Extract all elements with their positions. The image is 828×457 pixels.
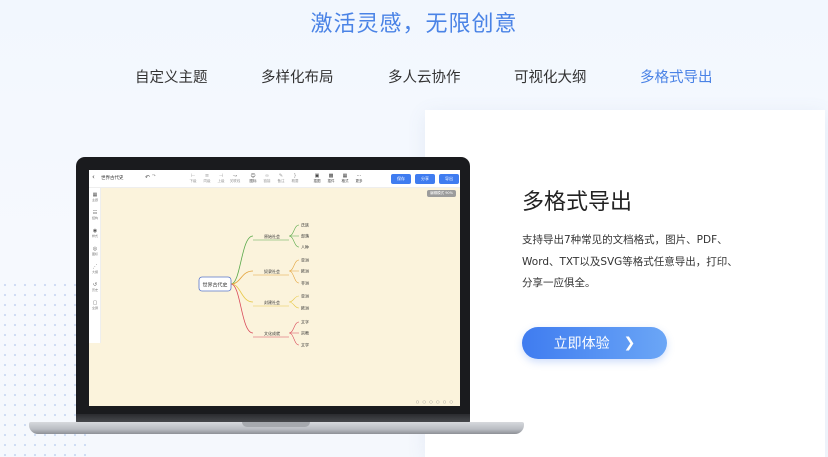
mindmap-leaf-label: 欧洲 [301,305,309,311]
connector-children-3 [288,295,300,309]
toolbar-tool-label: 下级 [189,179,197,183]
feature-description-line: Word、TXT以及SVG等格式任意导出，打印、 [522,255,738,268]
toolbar-tool-label: 链接 [263,179,271,183]
tab-layout[interactable]: 多样化布局 [261,66,334,87]
feature-description: 支持导出7种常见的文档格式，图片、PDF、 Word、TXT以及SVG等格式任意… [522,230,762,295]
app-sidebar: ▦ 主题 ☷ 结构 ◉ 样式 ◎ 图标 ⋰ 大纲 ↺ 历史 ▢ 全屏 [89,188,101,343]
mindmap-leaf-label: 氏族 [301,222,309,228]
sidebar-item-label: 主题 [91,198,98,202]
app-share-button[interactable]: 分享 [415,174,435,184]
app-export-button[interactable]: 导出 [439,174,459,184]
canvas-controls[interactable]: ○ ○ ○ ○ ○ ○ [416,399,454,404]
mindmap-leaf-label: 部落 [301,233,309,239]
tab-collaboration[interactable]: 多人云协作 [388,66,461,87]
mindmap-root-label: 世界古代史 [202,282,227,289]
mindmap-branch-label: 文化成就 [264,330,280,336]
sidebar-item-structure[interactable]: ☷ 结构 [89,210,101,220]
mode-badge: 编辑模式 90% [427,190,456,197]
sidebar-item-label: 样式 [91,234,98,238]
mindmap-leaf-label: 欧洲 [301,268,309,274]
back-arrow-icon[interactable]: ‹ [92,173,95,181]
toolbar-tool-label: 概要 [291,179,299,183]
sidebar-item-label: 历史 [91,288,98,292]
feature-description-line: 支持导出7种常见的文档格式，图片、PDF、 [522,234,728,246]
toolbar-tool-label: 备注 [277,179,285,183]
mindmap-canvas: 世界古代史 原始社会 奴隶社会 封建社会 文化成就 氏族 部落 人种 亚洲 欧洲… [198,222,309,348]
toolbar-tool-label: 图标 [249,179,257,183]
toolbar-format[interactable]: ▦ 格式 [339,173,351,185]
mindmap-branch-label: 奴隶社会 [264,268,280,274]
mindmap-branch-label: 封建社会 [264,299,280,305]
toolbar-tool-label: 更多 [355,179,363,183]
toolbar-image[interactable]: ▣ 插图 [311,173,323,185]
toolbar-sibling-node[interactable]: ≡ 同级 [201,173,213,185]
tab-outline[interactable]: 可视化大纲 [514,66,587,87]
toolbar-tool-label: 同级 [203,179,211,183]
toolbar-link-line[interactable]: ↝ 关联线 [229,173,241,185]
feature-description-line: 分享一应俱全。 [522,277,596,289]
toolbar-hyperlink[interactable]: ∞ 链接 [261,173,273,185]
mindmap-leaf-label: 宗教 [301,330,309,336]
laptop-notch [242,422,310,427]
sidebar-item-theme[interactable]: ▦ 主题 [89,192,101,202]
toolbar-tool-label: 插图 [313,179,321,183]
sidebar-item-history[interactable]: ↺ 历史 [89,282,101,292]
mindmap-leaf-label: 文字 [301,319,309,325]
sidebar-item-style[interactable]: ◉ 样式 [89,228,101,238]
toolbar-note[interactable]: ✎ 备注 [275,173,287,185]
toolbar-tool-label: 格式 [341,179,349,183]
app-toolbar: ‹ 世界古代史 ↶ ↷ ⊢ 下级 ≡ 同级 ⊣ 上级 ↝ 关联线 ☺ 图标 ∞ 链接 ✎ 备注… [89,170,460,188]
toolbar-tool-label: 关联线 [229,179,241,183]
tab-export[interactable]: 多格式导出 [640,66,713,87]
toolbar-summary[interactable]: } 概要 [289,173,301,185]
sidebar-item-fullscreen[interactable]: ▢ 全屏 [89,300,101,310]
mindmap-branch-label: 原始社会 [264,233,280,239]
feature-title: 多格式导出 [522,190,633,215]
laptop-screen: 世界古代史 原始社会 奴隶社会 封建社会 文化成就 氏族 部落 人种 亚洲 欧洲… [89,170,460,406]
tab-custom-theme[interactable]: 自定义主题 [135,66,208,87]
sidebar-item-label: 结构 [91,216,98,220]
connector-children-4 [288,321,300,346]
sidebar-item-label: 图标 [91,252,98,256]
mindmap-leaf-label: 亚洲 [301,258,309,263]
chevron-right-icon: ❯ [623,335,636,351]
redo-icon[interactable]: ↷ [152,174,156,179]
mindmap-leaf-label: 非洲 [301,280,309,286]
mindmap-leaf-label: 亚洲 [301,294,309,299]
toolbar-child-node[interactable]: ⊢ 下级 [187,173,199,185]
document-title[interactable]: 世界古代史 [101,175,124,181]
sidebar-item-label: 大纲 [91,270,98,274]
toolbar-parent-node[interactable]: ⊣ 上级 [215,173,227,185]
try-now-label: 立即体验 [553,336,610,352]
undo-icon[interactable]: ↶ [145,174,150,181]
toolbar-plugin[interactable]: ▩ 插件 [325,173,337,185]
mindmap-leaf-label: 文学 [301,342,309,348]
sidebar-item-outline[interactable]: ⋰ 大纲 [89,264,101,274]
sidebar-item-label: 全屏 [91,306,98,310]
toolbar-more[interactable]: ⋯ 更多 [353,173,365,185]
try-now-button[interactable]: 立即体验 ❯ [522,327,667,359]
toolbar-tool-label: 插件 [327,179,335,183]
feature-tabs: 自定义主题 多样化布局 多人云协作 可视化大纲 多格式导出 [0,66,828,86]
sidebar-item-icon[interactable]: ◎ 图标 [89,246,101,256]
app-save-button[interactable]: 保存 [391,174,411,184]
connector-children-1 [288,224,300,248]
connector-children-2 [288,259,300,284]
feature-card: 多格式导出 支持导出7种常见的文档格式，图片、PDF、 Word、TXT以及SV… [425,110,825,457]
toolbar-emoji[interactable]: ☺ 图标 [247,173,259,185]
mindmap-leaf-label: 人种 [301,244,309,250]
toolbar-tool-label: 上级 [217,179,225,183]
hero-title: 激活灵感，无限创意 [310,12,518,37]
connector-branch-4 [230,283,254,334]
